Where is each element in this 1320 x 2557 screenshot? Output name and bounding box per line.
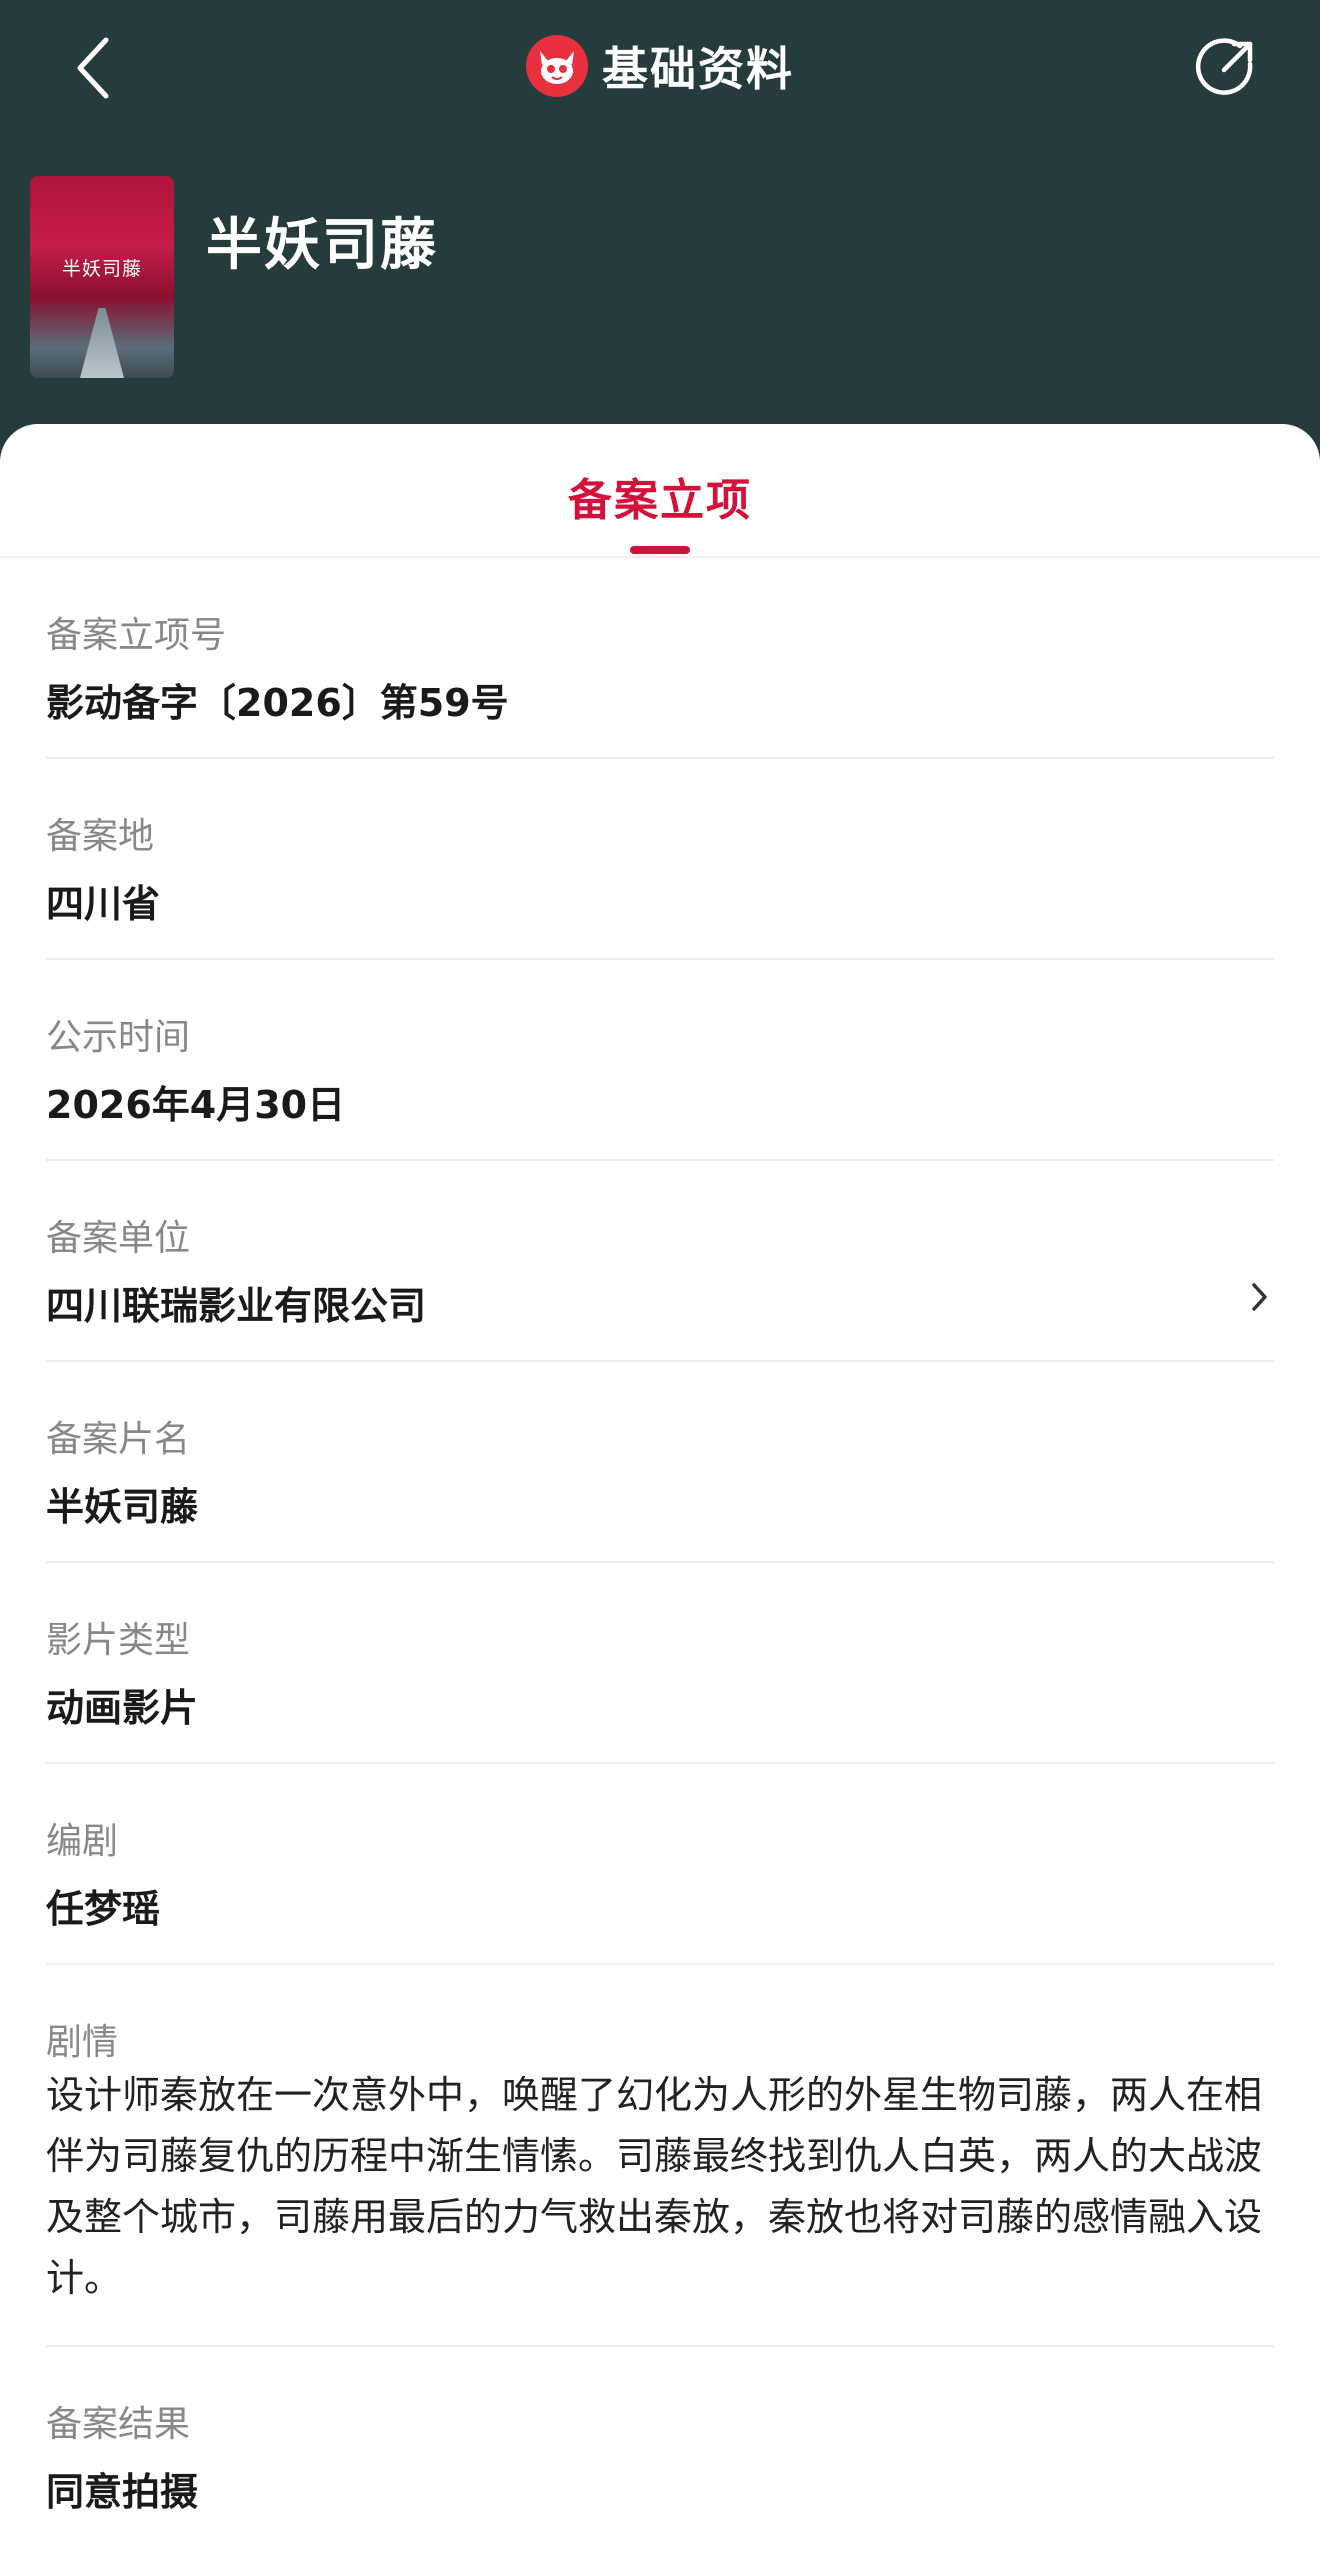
title-group: 基础资料 [0, 30, 1320, 102]
field-value: 动画影片 [46, 1686, 199, 1730]
field-label: 公示时间 [46, 1017, 191, 1058]
field-value: 2026年4月30日 [46, 1083, 346, 1127]
share-icon [1195, 38, 1253, 95]
poster-title-text: 半妖司藤 [61, 258, 142, 280]
field-label: 备案单位 [46, 1218, 191, 1259]
top-bar: 基础资料 [0, 0, 1320, 132]
page-title: 基础资料 [602, 42, 794, 96]
field-filing-number: 备案立项号 影动备字〔2026〕第59号 [46, 558, 1274, 759]
poster-road-graphic [80, 308, 124, 378]
info-card: 备案立项 备案立项号 影动备字〔2026〕第59号 备案地 四川省 公示时间 2… [0, 424, 1320, 2557]
field-film-name: 备案片名 半妖司藤 [46, 1362, 1274, 1563]
movie-poster[interactable]: 半妖司藤 [30, 176, 174, 378]
field-label: 影片类型 [46, 1620, 191, 1661]
field-list: 备案立项号 影动备字〔2026〕第59号 备案地 四川省 公示时间 2026年4… [46, 558, 1274, 2548]
cat-logo-icon [526, 35, 588, 97]
field-label: 编剧 [46, 1821, 119, 1862]
share-button[interactable] [1186, 28, 1266, 108]
field-film-type: 影片类型 动画影片 [46, 1563, 1274, 1764]
field-value: 四川省 [46, 882, 161, 926]
chevron-right-icon[interactable] [1244, 1279, 1274, 1315]
field-value: 影动备字〔2026〕第59号 [46, 681, 509, 725]
field-filing-location: 备案地 四川省 [46, 759, 1274, 960]
field-plot: 剧情 设计师秦放在一次意外中，唤醒了幻化为人形的外星生物司藤，两人在相伴为司藤复… [46, 1965, 1274, 2347]
field-filing-company[interactable]: 备案单位 四川联瑞影业有限公司 [46, 1161, 1274, 1362]
field-label: 备案立项号 [46, 615, 227, 656]
field-value: 同意拍摄 [46, 2470, 199, 2514]
field-filing-result: 备案结果 同意拍摄 [46, 2347, 1274, 2548]
field-value: 任梦瑶 [46, 1887, 161, 1931]
field-label: 剧情 [46, 2022, 119, 2063]
field-screenwriter: 编剧 任梦瑶 [46, 1764, 1274, 1965]
field-label: 备案地 [46, 816, 155, 857]
header: 基础资料 半妖司藤 半妖司藤 [0, 0, 1320, 460]
field-label: 备案片名 [46, 1419, 191, 1460]
movie-title: 半妖司藤 [206, 213, 438, 278]
field-publish-date: 公示时间 2026年4月30日 [46, 960, 1274, 1161]
field-value[interactable]: 四川联瑞影业有限公司 [46, 1275, 426, 1330]
field-label: 备案结果 [46, 2404, 191, 2445]
tab-active-indicator [630, 546, 690, 554]
field-value-plot: 设计师秦放在一次意外中，唤醒了幻化为人形的外星生物司藤，两人在相伴为司藤复仇的历… [46, 2073, 1263, 2300]
tab-filing[interactable]: 备案立项 [0, 464, 1320, 528]
field-value: 半妖司藤 [46, 1485, 199, 1529]
